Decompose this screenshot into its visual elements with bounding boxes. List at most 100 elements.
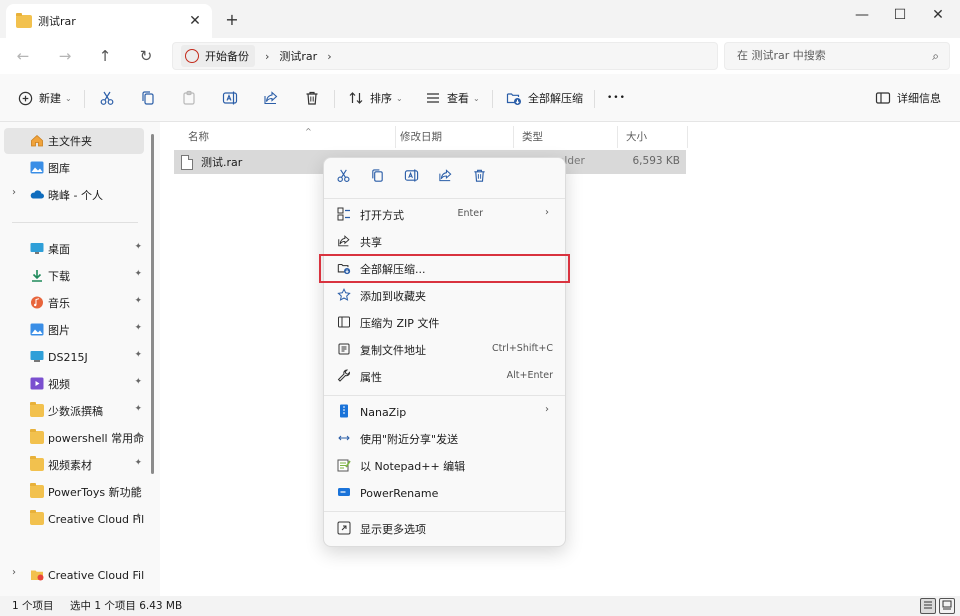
copy-button[interactable] [366,168,388,190]
pin-icon[interactable]: ✦ [134,431,142,441]
folder-icon [30,510,44,525]
sidebar-item-desktop[interactable]: 桌面 ✦ [4,236,144,262]
paste-icon [180,89,198,107]
breadcrumb[interactable]: 开始备份 › 测试rar › [172,42,718,70]
sidebar-item-downloads[interactable]: 下载 ✦ [4,263,144,289]
sidebar-item-music[interactable]: 音乐 ✦ [4,290,144,316]
menu-item-nearby-share[interactable]: 使用"附近分享"发送 [328,426,561,452]
sidebar-item-folder[interactable]: 视频素材 ✦ [4,452,144,478]
item-count: 1 个项目 [12,600,54,612]
menu-divider [324,198,565,199]
share-icon [336,234,352,250]
menu-item-label: NanaZip [360,405,407,419]
column-header-size[interactable]: 大小 [618,126,688,148]
menu-item-nanazip[interactable]: NanaZip › [328,399,561,425]
extract-all-button[interactable]: 全部解压缩 [505,84,583,112]
refresh-button[interactable]: ↻ [133,44,159,68]
pin-icon[interactable]: ✦ [134,512,142,522]
pin-icon[interactable]: ✦ [134,458,142,468]
chevron-right-icon[interactable]: › [12,187,16,198]
breadcrumb-current[interactable]: 测试rar [279,48,317,64]
menu-item-add-to-favorites[interactable]: 添加到收藏夹 [328,283,561,309]
chevron-down-icon: ⌄ [473,93,480,103]
sidebar-item-home[interactable]: 主文件夹 [4,128,144,154]
sidebar-item-folder[interactable]: PowerToys 新功能 ✦ [4,479,144,505]
cut-button[interactable] [98,84,121,112]
paste-button[interactable] [180,84,203,112]
menu-item-notepadpp[interactable]: 以 Notepad++ 编辑 [328,453,561,479]
sidebar-item-folder[interactable]: Creative Cloud Files ✦ [4,506,144,532]
details-pane-button[interactable]: 详细信息 [874,84,941,112]
menu-item-compress-zip[interactable]: 压缩为 ZIP 文件 [328,310,561,336]
new-button[interactable]: 新建 ⌄ [16,84,72,112]
forward-button[interactable]: → [52,44,78,68]
sidebar-item-pictures[interactable]: 图片 ✦ [4,317,144,343]
chevron-right-icon[interactable]: › [12,567,16,578]
sidebar-item-label: powershell 常用命令 [48,432,144,445]
video-icon [30,377,44,390]
notepadpp-icon [336,458,352,474]
pin-icon[interactable]: ✦ [134,404,142,414]
cut-button[interactable] [332,168,354,190]
maximize-button[interactable]: ☐ [882,2,918,28]
search-icon[interactable]: ⌕ [932,43,939,69]
sidebar-divider [12,222,138,223]
onedrive-icon [30,188,44,201]
tab-close-icon[interactable]: ✕ [186,12,204,30]
back-button[interactable]: ← [10,44,36,68]
share-button[interactable] [434,168,456,190]
sidebar-item-gallery[interactable]: 图库 [4,155,144,181]
rename-button[interactable] [400,168,422,190]
sidebar-item-onedrive[interactable]: › 晓峰 - 个人 [4,182,144,208]
chevron-right-icon[interactable]: › [327,50,331,63]
menu-item-show-more-options[interactable]: 显示更多选项 [328,516,561,542]
pin-icon[interactable]: ✦ [134,350,142,360]
menu-item-label: 以 Notepad++ 编辑 [360,460,466,473]
copy-button[interactable] [139,84,162,112]
menu-item-properties[interactable]: 属性 Alt+Enter [328,364,561,390]
share-button[interactable] [262,84,285,112]
sort-button[interactable]: 排序 ⌄ [347,84,403,112]
sidebar-scrollbar[interactable] [151,134,154,474]
pin-icon[interactable]: ✦ [134,296,142,306]
rename-button[interactable] [221,84,244,112]
menu-item-share[interactable]: 共享 [328,229,561,255]
view-button[interactable]: 查看 ⌄ [424,84,480,112]
view-label: 查看 [447,92,469,105]
sidebar-item-ds215j[interactable]: DS215J ✦ [4,344,144,370]
details-view-button[interactable] [920,598,936,614]
up-button[interactable]: ↑ [92,44,118,68]
breadcrumb-home[interactable]: 开始备份 [181,45,255,67]
sidebar-item-videos[interactable]: 视频 ✦ [4,371,144,397]
pin-icon[interactable]: ✦ [134,242,142,252]
menu-item-copy-path[interactable]: 复制文件地址 Ctrl+Shift+C [328,337,561,363]
sidebar-item-folder[interactable]: 少数派撰稿 ✦ [4,398,144,424]
tiles-view-button[interactable] [939,598,955,614]
search-input[interactable]: 在 测试rar 中搜索 ⌕ [724,42,950,70]
delete-button[interactable] [468,168,490,190]
pin-icon[interactable]: ✦ [134,377,142,387]
delete-button[interactable] [303,84,326,112]
pin-icon[interactable]: ✦ [134,269,142,279]
tab-current[interactable]: 测试rar ✕ [6,4,212,38]
chevron-right-icon[interactable]: › [265,50,269,63]
menu-item-powerrename[interactable]: PowerRename [328,480,561,506]
sidebar-item-label: 视频素材 [48,459,92,472]
minimize-button[interactable]: — [844,2,880,28]
sidebar-item-creative-cloud[interactable]: › Creative Cloud Files [4,562,144,588]
more-options-button[interactable]: ••• [607,84,626,112]
desktop-icon [30,242,44,255]
sidebar-item-label: Creative Cloud Files [48,568,144,582]
column-name-label: 名称 [188,131,209,143]
close-window-button[interactable]: ✕ [920,2,956,28]
pin-icon[interactable]: ✦ [134,485,142,495]
menu-item-label: 压缩为 ZIP 文件 [360,317,440,330]
column-header-name[interactable]: 名称 ^ [180,126,396,148]
command-bar: 新建 ⌄ 排序 ⌄ 查看 ⌄ 全部解压缩 ••• 详细信息 [0,74,960,122]
new-tab-button[interactable]: + [222,10,242,30]
pin-icon[interactable]: ✦ [134,323,142,333]
menu-item-open-with[interactable]: 打开方式 Enter › [328,202,561,228]
column-header-date[interactable]: 修改日期 [392,126,514,148]
sidebar-item-folder[interactable]: powershell 常用命令 ✦ [4,425,144,451]
column-header-type[interactable]: 类型 [514,126,618,148]
